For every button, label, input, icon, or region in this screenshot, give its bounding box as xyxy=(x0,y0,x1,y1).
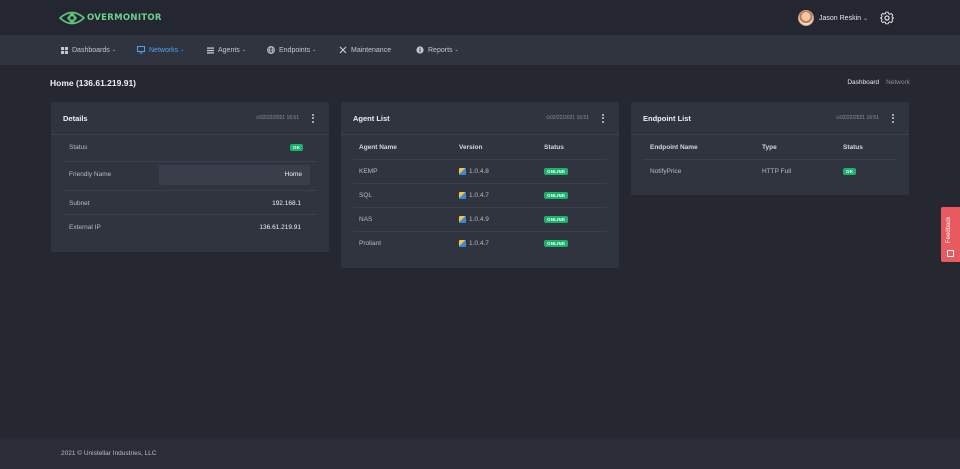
logo-text: OVERMONITOR xyxy=(87,13,162,23)
list-icon xyxy=(206,46,214,54)
agent-version: 1.0.4.7 xyxy=(459,240,489,247)
divider xyxy=(353,231,607,232)
friendly-name-field[interactable] xyxy=(159,165,310,185)
divider xyxy=(63,161,317,162)
nav-agents[interactable]: Agents ⌄ xyxy=(206,44,246,56)
column-header: Status xyxy=(544,144,564,151)
package-icon xyxy=(459,168,466,175)
subnet-label: Subnet xyxy=(69,200,90,207)
column-header: Agent Name xyxy=(359,144,397,151)
details-card: Details ⊙02/22/2021 16:51 Status OK Frie… xyxy=(51,102,329,252)
external-ip-label: External IP xyxy=(69,224,101,231)
nav-label: Endpoints xyxy=(279,46,311,54)
agent-version: 1.0.4.9 xyxy=(459,216,489,223)
feedback-label: Feedback xyxy=(946,216,952,243)
status-badge: ONLINE xyxy=(544,216,569,223)
view-tabs: Dashboard Network xyxy=(847,79,910,86)
footer: 2021 © Unistellar Industries, LLC xyxy=(0,438,960,469)
top-bar: OVERMONITOR Jason Reskin ⌄ xyxy=(0,0,960,35)
eye-logo-icon xyxy=(59,11,85,25)
nav-networks[interactable]: Networks ⌄ xyxy=(137,44,184,56)
nav-label: Maintenance xyxy=(351,46,392,54)
nav-label: Reports xyxy=(428,46,453,54)
card-timestamp: ⊙02/22/2021 16:51 xyxy=(255,115,299,121)
status-badge: ONLINE xyxy=(544,192,569,199)
card-timestamp: ⊙02/22/2021 16:51 xyxy=(835,115,879,121)
column-header: Version xyxy=(459,144,483,151)
agent-version: 1.0.4.8 xyxy=(459,168,489,175)
endpoint-name: NotifyPrice xyxy=(650,168,682,175)
user-name: Jason Reskin xyxy=(819,14,862,22)
package-icon xyxy=(459,240,466,247)
column-header: Status xyxy=(843,144,863,151)
nav-dashboards[interactable]: Dashboards ⌄ xyxy=(60,44,116,56)
nav-label: Networks xyxy=(149,46,179,54)
agent-version: 1.0.4.7 xyxy=(459,192,489,199)
divider xyxy=(643,159,897,160)
tab-network[interactable]: Network xyxy=(886,79,910,86)
nav-label: Agents xyxy=(218,46,240,54)
subnet-value: 192.168.1 xyxy=(272,200,301,207)
status-badge: OK xyxy=(290,144,304,151)
divider xyxy=(63,190,317,191)
status-badge: ONLINE xyxy=(544,240,569,247)
divider xyxy=(353,159,607,160)
more-menu-icon[interactable] xyxy=(599,112,607,124)
agent-name: NAS xyxy=(359,216,373,223)
card-header: Agent List ⊙02/22/2021 16:51 xyxy=(341,102,619,135)
feedback-icon xyxy=(947,250,954,257)
endpoint-list-card: Endpoint List ⊙02/22/2021 16:51 Endpoint… xyxy=(631,102,909,195)
app-logo[interactable]: OVERMONITOR xyxy=(59,8,162,28)
agent-name: SQL xyxy=(359,192,373,199)
agent-list-card: Agent List ⊙02/22/2021 16:51 Agent Name … xyxy=(341,102,619,268)
more-menu-icon[interactable] xyxy=(889,112,897,124)
agent-name: Proliant xyxy=(359,240,382,247)
divider xyxy=(63,214,317,215)
endpoint-type: HTTP Full xyxy=(762,168,792,175)
card-title: Endpoint List xyxy=(643,114,691,123)
external-ip-value: 136.61.219.91 xyxy=(259,224,301,231)
user-menu[interactable]: Jason Reskin ⌄ xyxy=(798,10,868,26)
status-badge: ONLINE xyxy=(544,168,569,175)
divider xyxy=(353,183,607,184)
agent-name: KEMP xyxy=(359,168,378,175)
package-icon xyxy=(459,216,466,223)
friendly-name-label: Friendly Name xyxy=(69,171,112,178)
chevron-down-icon: ⌄ xyxy=(863,15,869,22)
info-icon xyxy=(416,46,424,54)
tools-icon xyxy=(339,46,347,54)
avatar xyxy=(798,10,814,26)
nav-reports[interactable]: Reports ⌄ xyxy=(416,44,459,56)
card-header: Endpoint List ⊙02/22/2021 16:51 xyxy=(631,102,909,135)
tab-dashboard[interactable]: Dashboard xyxy=(847,79,879,86)
main-nav: Dashboards ⌄ Networks ⌄ Agents ⌄ Endpoints ⌄… xyxy=(0,35,960,65)
nav-maintenance[interactable]: Maintenance xyxy=(339,44,391,56)
page-title: Home (136.61.219.91) xyxy=(50,78,136,88)
feedback-tab[interactable]: Feedback xyxy=(941,207,960,262)
footer-copyright: 2021 © Unistellar Industries, LLC xyxy=(61,450,157,457)
nav-endpoints[interactable]: Endpoints ⌄ xyxy=(267,44,316,56)
package-icon xyxy=(459,192,466,199)
card-timestamp: ⊙02/22/2021 16:51 xyxy=(545,115,589,121)
card-title: Details xyxy=(63,114,88,123)
column-header: Endpoint Name xyxy=(650,144,698,151)
status-label: Status xyxy=(69,144,88,151)
monitor-icon xyxy=(137,46,145,54)
globe-icon xyxy=(267,46,275,54)
column-header: Type xyxy=(762,144,777,151)
nav-label: Dashboards xyxy=(72,46,110,54)
more-menu-icon[interactable] xyxy=(309,112,317,124)
card-title: Agent List xyxy=(353,114,390,123)
card-header: Details ⊙02/22/2021 16:51 xyxy=(51,102,329,135)
dashboard-icon xyxy=(60,46,68,54)
divider xyxy=(353,207,607,208)
status-badge: OK xyxy=(843,168,857,175)
gear-icon[interactable] xyxy=(879,11,895,25)
